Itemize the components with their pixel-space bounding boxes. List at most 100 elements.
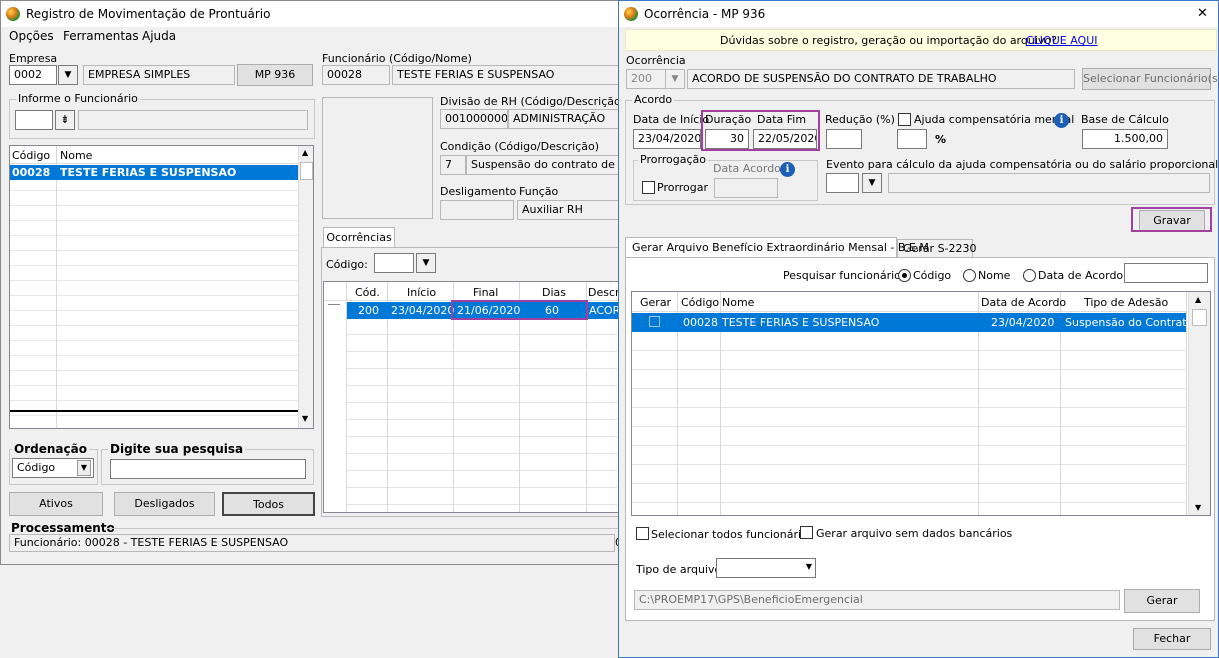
employee-list-header: Código Nome [10, 146, 298, 164]
base-calculo-field[interactable]: 1.500,00 [1082, 129, 1168, 149]
grid-header-data[interactable]: Data de Acordo [981, 296, 1066, 309]
photo-box [322, 97, 433, 219]
tab-gerar-bem[interactable]: Gerar Arquivo Benefício Extraordinário M… [625, 237, 929, 258]
grid-row-data: 23/04/2020 [991, 316, 1055, 329]
codigo-dropdown-button[interactable]: ▼ [416, 253, 436, 273]
reducao-field[interactable] [826, 129, 862, 149]
chevron-down-icon: ▼ [805, 562, 812, 571]
menu-ferramentas[interactable]: Ferramentas [63, 29, 139, 43]
menu-opcoes[interactable]: Opções [9, 29, 54, 43]
duracao-datafim-highlight [701, 110, 820, 151]
radio-nome-label: Nome [978, 269, 1011, 282]
ajuda-checkbox[interactable] [898, 113, 911, 126]
table-row[interactable]: 00028 TESTE FERIAS E SUSPENSAO 23/04/202… [632, 313, 1193, 332]
main-title-bar: Registro de Movimentação de Prontuário [1, 1, 619, 27]
radio-codigo[interactable] [898, 269, 911, 282]
evento-dropdown-button[interactable]: ▼ [862, 173, 882, 193]
reducao-label: Redução (%) [825, 113, 895, 126]
ajuda-label: Ajuda compensatória mensal [914, 113, 1075, 126]
employee-list[interactable]: Código Nome 00028 TESTE FERIAS E SUSPENS… [9, 145, 314, 429]
gerar-checkbox[interactable] [649, 316, 660, 327]
informe-name-field [78, 110, 308, 130]
occ-header-dias[interactable]: Dias [542, 286, 566, 299]
list-bottom-line [10, 410, 298, 412]
ocorrencia-code-field[interactable]: 200 [626, 69, 666, 89]
empresa-code-field[interactable]: 0002 [9, 65, 57, 85]
mp936-button[interactable]: MP 936 [237, 64, 313, 86]
evento-code-field[interactable] [826, 173, 859, 193]
divisao-desc-field: ADMINISTRAÇÃO [508, 109, 620, 129]
selecionar-funcionarios-button[interactable]: Selecionar Funcionário(s) [1082, 68, 1219, 90]
tab-gerar-s2230[interactable]: Gerar S-2230 [897, 239, 977, 258]
pesquisa-input[interactable] [110, 459, 306, 479]
acordo-label: Acordo [632, 93, 675, 106]
pesquisar-input[interactable] [1124, 263, 1208, 283]
ocorrencia-dropdown-button[interactable]: ▼ [665, 69, 685, 89]
radio-codigo-label: Código [913, 269, 952, 282]
occ-header-final[interactable]: Final [473, 286, 498, 299]
data-inicio-field[interactable]: 23/04/2020 [633, 129, 701, 149]
ativos-button[interactable]: Ativos [9, 492, 103, 516]
desligamento-field [440, 200, 514, 220]
todos-button[interactable]: Todos [222, 492, 315, 516]
sem-dados-checkbox[interactable] [800, 526, 813, 539]
grid-header-gerar[interactable]: Gerar [640, 296, 671, 309]
tipo-arquivo-select[interactable]: ▼ [716, 558, 816, 578]
tab-ocorrencias[interactable]: Ocorrências [323, 227, 395, 248]
scroll-up-icon[interactable]: ▲ [302, 148, 308, 157]
banner-link[interactable]: CLIQUE AQUI [1026, 34, 1098, 47]
list-header-codigo[interactable]: Código [12, 149, 50, 162]
data-acordo-info-icon[interactable]: i [780, 162, 795, 177]
pesquisar-label: Pesquisar funcionário [783, 269, 901, 282]
prorrogar-checkbox[interactable] [642, 181, 655, 194]
desligados-button[interactable]: Desligados [114, 492, 215, 516]
grid-scrollbar[interactable]: ▲ ▼ [1188, 292, 1210, 515]
gerar-button[interactable]: Gerar [1124, 589, 1200, 613]
scroll-thumb[interactable] [300, 162, 313, 180]
grid-lines [632, 332, 1186, 515]
funcionarios-grid[interactable]: Gerar Código Nome Data de Acordo Tipo de… [631, 291, 1211, 516]
scroll-up-icon[interactable]: ▲ [1195, 295, 1201, 304]
occ-header-descricao[interactable]: Descriç [588, 286, 621, 299]
occ-header-inicio[interactable]: Início [407, 286, 436, 299]
occ-row-desc: ACORD [589, 304, 621, 317]
employee-list-scrollbar[interactable]: ▲ ▼ [298, 146, 313, 428]
data-acordo-field [714, 178, 778, 198]
evento-desc-field [888, 173, 1210, 193]
empresa-name-field: EMPRESA SIMPLES [83, 65, 235, 85]
occ-row-inicio: 23/04/2020 [391, 304, 455, 317]
processamento-status: Funcionário: 00028 - TESTE FERIAS E SUSP… [9, 534, 615, 552]
fechar-button[interactable]: Fechar [1133, 628, 1211, 650]
desligamento-label: Desligamento [440, 185, 517, 198]
data-acordo-label: Data Acordo [713, 162, 781, 175]
scroll-down-icon[interactable]: ▼ [302, 414, 308, 423]
ordenacao-label: Ordenação [12, 442, 89, 456]
scroll-down-icon[interactable]: ▼ [1195, 503, 1201, 512]
ocorrencia-dialog: Ocorrência - MP 936 ✕ Dúvidas sobre o re… [618, 0, 1219, 658]
grid-header-nome[interactable]: Nome [722, 296, 754, 309]
informe-lookup-button[interactable]: ⇟ [55, 110, 75, 130]
grid-header-codigo[interactable]: Código [681, 296, 719, 309]
list-header-nome[interactable]: Nome [60, 149, 92, 162]
gravar-highlight [1131, 207, 1212, 232]
menu-ajuda[interactable]: Ajuda [142, 29, 176, 43]
grid-header-tipo[interactable]: Tipo de Adesão [1084, 296, 1168, 309]
condicao-label: Condição (Código/Descrição) [440, 140, 600, 153]
codigo-select[interactable] [374, 253, 414, 273]
table-row[interactable]: 00028 TESTE FERIAS E SUSPENSAO [10, 165, 298, 180]
divisao-code-field: 001000000 [440, 109, 508, 129]
occ-header-cod[interactable]: Cód. [355, 286, 380, 299]
radio-nome[interactable] [963, 269, 976, 282]
radio-data-acordo[interactable] [1023, 269, 1036, 282]
processamento-label: Processamento [11, 521, 115, 535]
ajuda-percent-field[interactable] [897, 129, 927, 149]
main-window: Registro de Movimentação de Prontuário O… [0, 0, 625, 565]
informe-input[interactable] [15, 110, 53, 130]
close-icon[interactable]: ✕ [1197, 6, 1208, 21]
selecionar-todos-checkbox[interactable] [636, 527, 649, 540]
chevron-down-icon: ▼ [77, 460, 91, 476]
scroll-thumb[interactable] [1192, 309, 1207, 326]
info-icon[interactable]: i [1054, 113, 1069, 128]
empresa-dropdown-button[interactable]: ▼ [58, 65, 78, 85]
ordenacao-select[interactable]: Código ▼ [12, 458, 94, 478]
